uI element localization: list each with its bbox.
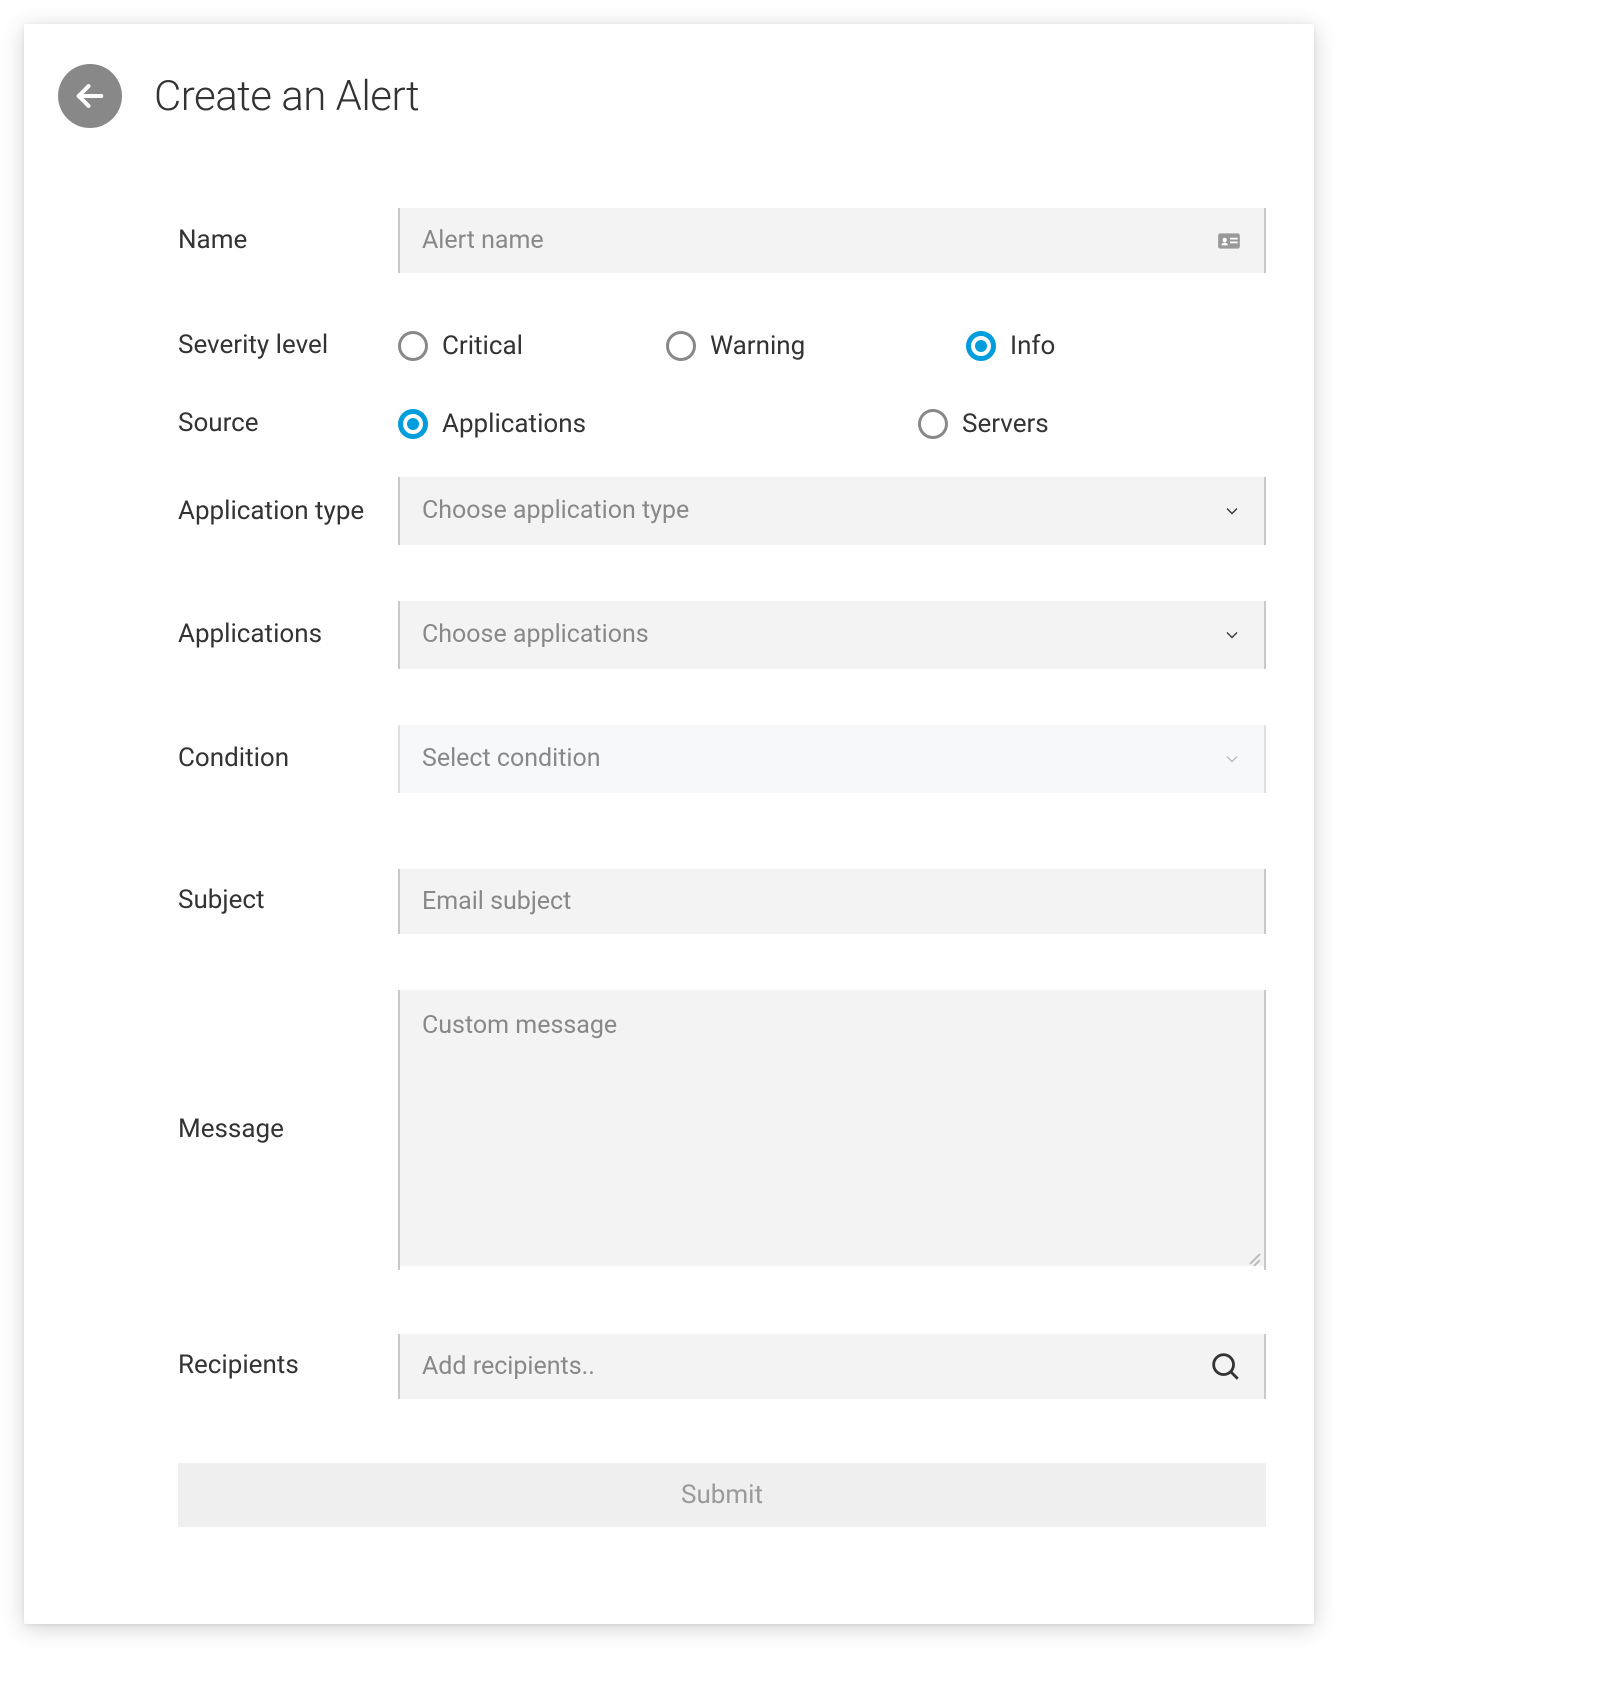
label-name: Name bbox=[178, 224, 398, 258]
row-recipients: Recipients bbox=[178, 1334, 1280, 1399]
applications-select[interactable]: Choose applications bbox=[400, 601, 1264, 669]
message-textarea[interactable] bbox=[400, 990, 1264, 1266]
alert-form: Name Severity le bbox=[58, 208, 1280, 1527]
subject-input[interactable] bbox=[400, 869, 1264, 934]
label-applications: Applications bbox=[178, 618, 398, 652]
row-condition: Condition Select condition bbox=[178, 725, 1280, 793]
row-subject: Subject bbox=[178, 869, 1280, 934]
chevron-down-icon bbox=[1222, 501, 1242, 521]
label-recipients: Recipients bbox=[178, 1349, 398, 1383]
radio-severity-info[interactable]: Info bbox=[966, 331, 1055, 361]
radio-label: Servers bbox=[962, 409, 1049, 439]
page-title: Create an Alert bbox=[154, 72, 419, 121]
row-source: Source Applications Servers bbox=[178, 407, 1280, 441]
row-applications: Applications Choose applications bbox=[178, 601, 1280, 669]
radio-indicator-icon bbox=[918, 409, 948, 439]
source-radio-group: Applications Servers bbox=[398, 409, 1266, 439]
label-source: Source bbox=[178, 407, 398, 441]
radio-source-applications[interactable]: Applications bbox=[398, 409, 918, 439]
application-type-select[interactable]: Choose application type bbox=[400, 477, 1264, 545]
arrow-left-icon bbox=[73, 79, 107, 113]
radio-source-servers[interactable]: Servers bbox=[918, 409, 1049, 439]
header: Create an Alert bbox=[58, 64, 1280, 128]
row-message: Message bbox=[178, 990, 1280, 1270]
radio-label: Warning bbox=[710, 331, 805, 361]
radio-indicator-icon bbox=[398, 409, 428, 439]
create-alert-card: Create an Alert Name bbox=[24, 24, 1314, 1624]
label-condition: Condition bbox=[178, 742, 398, 776]
radio-severity-warning[interactable]: Warning bbox=[666, 331, 966, 361]
id-card-icon bbox=[1216, 228, 1242, 254]
radio-indicator-icon bbox=[398, 331, 428, 361]
label-subject: Subject bbox=[178, 884, 398, 918]
row-application-type: Application type Choose application type bbox=[178, 477, 1280, 545]
label-severity: Severity level bbox=[178, 329, 398, 363]
name-input[interactable] bbox=[400, 208, 1264, 273]
chevron-down-icon bbox=[1222, 625, 1242, 645]
label-message: Message bbox=[178, 1113, 398, 1147]
radio-label: Critical bbox=[442, 331, 523, 361]
radio-label: Info bbox=[1010, 331, 1055, 361]
search-icon bbox=[1208, 1349, 1242, 1383]
select-placeholder: Select condition bbox=[422, 744, 601, 773]
severity-radio-group: Critical Warning Info bbox=[398, 331, 1266, 361]
recipients-input[interactable] bbox=[400, 1334, 1264, 1399]
submit-button[interactable]: Submit bbox=[178, 1463, 1266, 1527]
row-severity: Severity level Critical Warning bbox=[178, 329, 1280, 363]
radio-indicator-icon bbox=[666, 331, 696, 361]
label-application-type: Application type bbox=[178, 477, 398, 529]
radio-label: Applications bbox=[442, 409, 586, 439]
chevron-down-icon bbox=[1222, 749, 1242, 769]
back-button[interactable] bbox=[58, 64, 122, 128]
row-name: Name bbox=[178, 208, 1280, 273]
condition-select[interactable]: Select condition bbox=[400, 725, 1264, 793]
radio-indicator-icon bbox=[966, 331, 996, 361]
radio-severity-critical[interactable]: Critical bbox=[398, 331, 666, 361]
select-placeholder: Choose applications bbox=[422, 620, 649, 649]
select-placeholder: Choose application type bbox=[422, 496, 689, 525]
